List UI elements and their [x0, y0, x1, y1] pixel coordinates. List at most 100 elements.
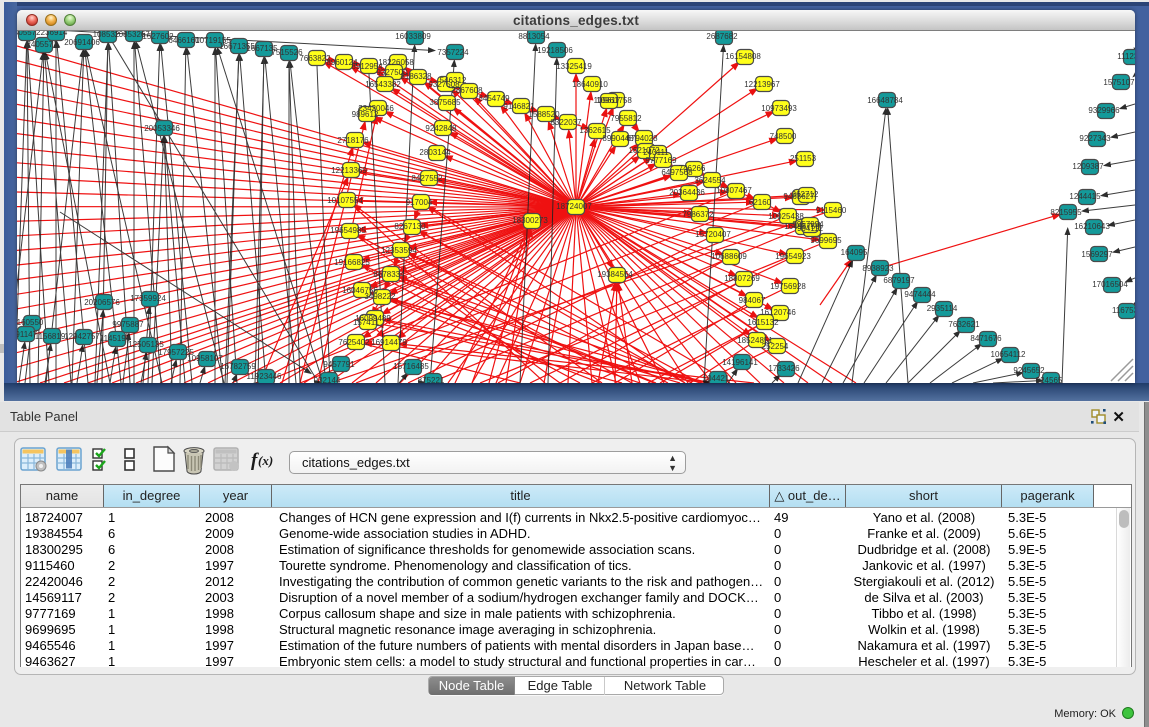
svg-text:18724007: 18724007	[556, 202, 592, 211]
svg-text:12213967: 12213967	[744, 80, 780, 89]
svg-text:251153: 251153	[790, 154, 817, 163]
svg-text:16914479: 16914479	[371, 338, 407, 347]
svg-text:1209387: 1209387	[1072, 162, 1104, 171]
svg-text:10807467: 10807467	[716, 186, 752, 195]
svg-text:932144: 932144	[314, 376, 341, 383]
svg-text:9777169: 9777169	[645, 156, 677, 165]
svg-text:1156819: 1156819	[35, 332, 66, 341]
svg-text:10107554: 10107554	[327, 196, 363, 205]
svg-text:984067: 984067	[739, 296, 766, 305]
svg-text:10973493: 10973493	[761, 104, 797, 113]
svg-text:20364436: 20364436	[669, 188, 705, 197]
svg-text:1615132: 1615132	[747, 318, 779, 327]
svg-text:62160: 62160	[749, 198, 772, 207]
svg-text:9457791: 9457791	[323, 360, 355, 369]
svg-text:2405571: 2405571	[26, 40, 58, 49]
svg-text:20206576: 20206576	[84, 298, 120, 307]
svg-text:1244415: 1244415	[1069, 192, 1101, 201]
svg-text:1575107: 1575107	[1103, 78, 1135, 87]
svg-text:9242848: 9242848	[425, 124, 457, 133]
svg-text:15716485: 15716485	[393, 362, 429, 371]
svg-text:19218506: 19218506	[537, 46, 573, 55]
svg-text:8813054: 8813054	[518, 32, 550, 41]
svg-text:13325419: 13325419	[556, 62, 592, 71]
svg-text:16033809: 16033809	[395, 32, 431, 41]
svg-text:8267130: 8267130	[394, 222, 426, 231]
svg-text:252254: 252254	[762, 342, 789, 351]
svg-text:14196141: 14196141	[722, 358, 758, 367]
svg-text:18300273: 18300273	[512, 216, 548, 225]
svg-text:1733426: 1733426	[768, 364, 800, 373]
svg-text:7625402: 7625402	[338, 338, 370, 347]
svg-text:16648784: 16648784	[867, 96, 903, 105]
svg-text:17359924: 17359924	[130, 294, 166, 303]
svg-text:6879197: 6879197	[883, 276, 915, 285]
svg-text:157411: 157411	[353, 318, 380, 327]
svg-text:748500: 748500	[770, 132, 797, 141]
svg-text:16120746: 16120746	[760, 308, 796, 317]
svg-text:9699695: 9699695	[810, 236, 842, 245]
svg-text:11923446: 11923446	[247, 372, 283, 381]
svg-text:8938923: 8938923	[862, 264, 894, 273]
svg-text:924565: 924565	[1036, 376, 1063, 383]
svg-text:20053346: 20053346	[144, 124, 180, 133]
svg-text:16782759: 16782759	[220, 362, 256, 371]
svg-text:6794028: 6794028	[626, 134, 658, 143]
svg-text:19654985: 19654985	[330, 226, 366, 235]
svg-text:989612: 989612	[352, 110, 379, 119]
svg-text:104421: 104421	[703, 374, 730, 383]
svg-text:160550: 160550	[17, 318, 44, 327]
svg-text:2718176: 2718176	[337, 136, 369, 145]
svg-text:18807269: 18807269	[724, 274, 760, 283]
svg-text:362712: 362712	[792, 190, 819, 199]
svg-text:9115460: 9115460	[816, 206, 847, 215]
svg-text:17016504: 17016504	[1092, 280, 1128, 289]
svg-text:2935114: 2935114	[927, 304, 958, 313]
svg-text:10958107: 10958107	[187, 354, 223, 363]
svg-text:7986372: 7986372	[682, 210, 714, 219]
svg-text:12353594: 12353594	[381, 246, 417, 255]
svg-text:3498222: 3498222	[364, 292, 396, 301]
svg-text:3875685: 3875685	[429, 98, 461, 107]
svg-text:19166825: 19166825	[334, 258, 370, 267]
svg-text:10654112: 10654112	[991, 350, 1027, 359]
svg-text:111234: 111234	[1117, 52, 1135, 61]
svg-text:(x): (x)	[258, 453, 273, 468]
svg-text:2803144: 2803144	[419, 148, 451, 157]
svg-text:20691406: 20691406	[64, 38, 100, 47]
svg-text:236914: 236914	[41, 31, 68, 37]
svg-text:7632621: 7632621	[948, 320, 980, 329]
svg-text:16210643: 16210643	[1074, 222, 1110, 231]
svg-text:917004: 917004	[406, 198, 433, 207]
svg-text:8215955: 8215955	[1050, 208, 1082, 217]
svg-text:18226058: 18226058	[378, 58, 414, 67]
svg-text:546312: 546312	[440, 76, 467, 85]
svg-text:7357224: 7357224	[437, 48, 469, 57]
svg-text:9474444: 9474444	[904, 290, 936, 299]
svg-text:8678334: 8678334	[373, 270, 405, 279]
svg-text:875221: 875221	[418, 376, 445, 383]
svg-text:15720407: 15720407	[695, 230, 731, 239]
svg-text:10688609: 10688609	[711, 252, 747, 261]
svg-text:8427552: 8427552	[411, 174, 443, 183]
svg-text:109617: 109617	[594, 96, 621, 105]
svg-text:116753: 116753	[1112, 306, 1135, 315]
svg-text:12213369: 12213369	[331, 166, 367, 175]
svg-text:19654923: 19654923	[775, 252, 811, 261]
svg-text:9975887: 9975887	[112, 320, 144, 329]
svg-text:6497568: 6497568	[661, 168, 693, 177]
svg-text:2405572: 2405572	[17, 31, 41, 37]
svg-text:16154808: 16154808	[725, 52, 761, 61]
svg-text:2687682: 2687682	[706, 32, 738, 41]
svg-text:1145194: 1145194	[100, 334, 131, 343]
svg-text:7955812: 7955812	[610, 114, 642, 123]
svg-text:7515526: 7515526	[271, 48, 303, 57]
svg-text:3624554: 3624554	[694, 176, 726, 185]
svg-text:19384554: 19384554	[597, 270, 633, 279]
svg-text:9245652: 9245652	[1013, 366, 1045, 375]
svg-text:9329966: 9329966	[1088, 106, 1120, 115]
svg-text:12942757: 12942757	[64, 332, 100, 341]
svg-text:8186328: 8186328	[400, 72, 432, 81]
svg-text:19756928: 19756928	[770, 282, 806, 291]
svg-text:8471676: 8471676	[970, 334, 1002, 343]
